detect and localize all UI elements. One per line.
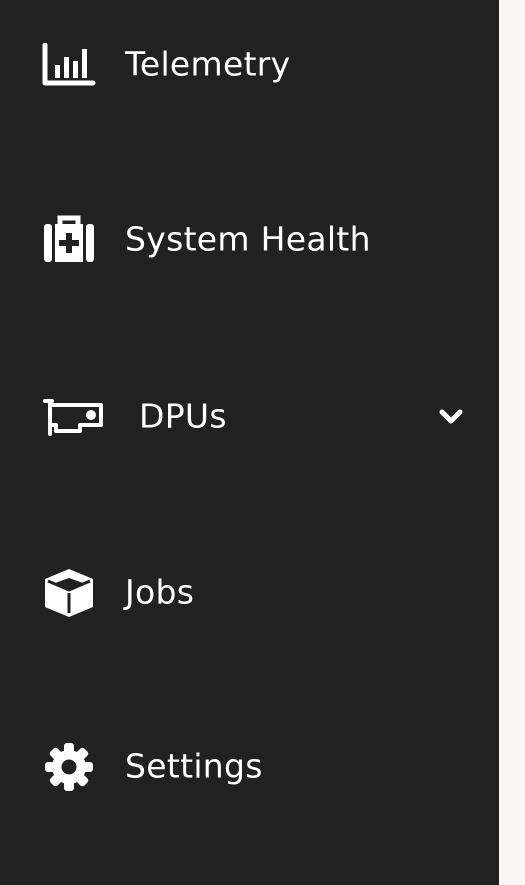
chevron-down-icon[interactable] [437, 407, 465, 427]
sidebar-item-label: Settings [125, 746, 263, 786]
sidebar-item-settings[interactable]: Settings [0, 722, 499, 812]
sidebar-item-jobs[interactable]: Jobs [0, 548, 499, 638]
sidebar-item-telemetry[interactable]: Telemetry [0, 20, 499, 110]
sidebar-item-system-health[interactable]: System Health [0, 195, 499, 285]
sidebar-nav: Telemetry System Health DPUs Jobs Settin… [0, 0, 499, 885]
network-card-icon [42, 390, 106, 444]
sidebar-item-label: Telemetry [125, 44, 291, 84]
gear-icon [42, 740, 96, 794]
content-area-edge [499, 0, 525, 885]
bar-chart-icon [42, 38, 96, 92]
sidebar-item-label: DPUs [139, 396, 227, 436]
cube-icon [42, 566, 96, 620]
sidebar-item-label: System Health [125, 219, 371, 259]
sidebar-item-label: Jobs [125, 572, 195, 612]
first-aid-kit-icon [42, 213, 96, 267]
sidebar-item-dpus[interactable]: DPUs [0, 372, 499, 462]
